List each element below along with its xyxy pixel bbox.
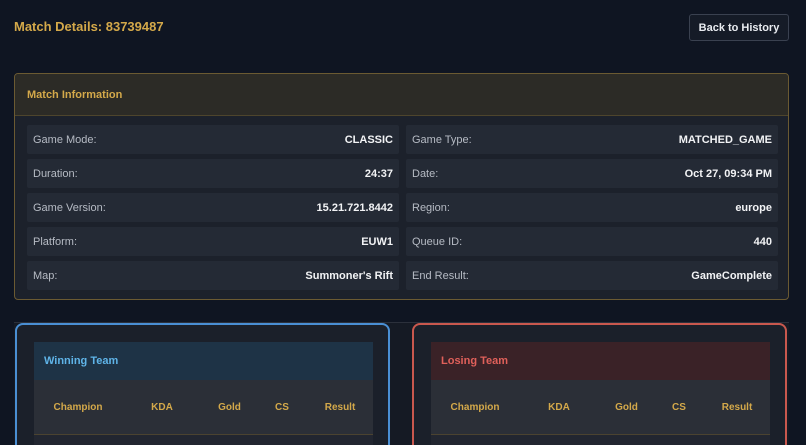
info-label: Queue ID: [412, 235, 463, 248]
match-information-grid: Game Mode: CLASSIC Game Type: MATCHED_GA… [27, 125, 778, 290]
info-label: Game Type: [412, 133, 472, 146]
column-header-champion[interactable]: Champion [34, 402, 122, 413]
match-information-title: Match Information [27, 88, 123, 101]
info-label: Game Mode: [33, 133, 97, 146]
match-information-panel: Match Information Game Mode: CLASSIC Gam… [14, 73, 789, 300]
info-label: End Result: [412, 269, 469, 282]
info-value: 24:37 [364, 167, 393, 180]
info-value: MATCHED_GAME [678, 133, 772, 146]
column-header-result[interactable]: Result [307, 402, 373, 413]
info-label: Platform: [33, 235, 78, 248]
column-header-gold[interactable]: Gold [202, 402, 257, 413]
match-details-page: Match Details: 83739487 Back to History … [0, 0, 806, 445]
info-label: Region: [412, 201, 450, 214]
losing-team-card: Losing Team Champion KDA Gold CS Result [412, 323, 787, 445]
info-label: Date: [412, 167, 439, 180]
winning-team-table-body [34, 435, 373, 445]
info-row-game-version: Game Version: 15.21.721.8442 [27, 193, 399, 222]
info-value: CLASSIC [344, 133, 393, 146]
info-value: 15.21.721.8442 [316, 201, 393, 214]
match-information-header: Match Information [15, 74, 788, 116]
column-header-champion[interactable]: Champion [431, 402, 519, 413]
info-value: Oct 27, 09:34 PM [684, 167, 772, 180]
info-row-duration: Duration: 24:37 [27, 159, 399, 188]
info-row-platform: Platform: EUW1 [27, 227, 399, 256]
info-row-game-mode: Game Mode: CLASSIC [27, 125, 399, 154]
info-value: europe [735, 201, 772, 214]
info-value: 440 [753, 235, 772, 248]
info-value: GameComplete [691, 269, 772, 282]
winning-team-table-header: Champion KDA Gold CS Result [34, 380, 373, 435]
column-header-gold[interactable]: Gold [599, 402, 654, 413]
losing-team-table-header: Champion KDA Gold CS Result [431, 380, 770, 435]
info-row-game-type: Game Type: MATCHED_GAME [406, 125, 778, 154]
info-label: Duration: [33, 167, 78, 180]
info-value: Summoner's Rift [305, 269, 393, 282]
column-header-cs[interactable]: CS [257, 402, 307, 413]
column-header-kda[interactable]: KDA [122, 402, 202, 413]
info-value: EUW1 [361, 235, 393, 248]
info-label: Map: [33, 269, 58, 282]
info-row-queue-id: Queue ID: 440 [406, 227, 778, 256]
info-row-region: Region: europe [406, 193, 778, 222]
info-row-date: Date: Oct 27, 09:34 PM [406, 159, 778, 188]
column-header-kda[interactable]: KDA [519, 402, 599, 413]
info-row-end-result: End Result: GameComplete [406, 261, 778, 290]
winning-team-card: Winning Team Champion KDA Gold CS Result [15, 323, 390, 445]
page-title: Match Details: 83739487 [14, 19, 164, 34]
winning-team-title: Winning Team [34, 342, 373, 380]
info-row-map: Map: Summoner's Rift [27, 261, 399, 290]
losing-team-table-body [431, 435, 770, 445]
info-label: Game Version: [33, 201, 106, 214]
column-header-result[interactable]: Result [704, 402, 770, 413]
losing-team-title: Losing Team [431, 342, 770, 380]
back-to-history-button[interactable]: Back to History [689, 14, 789, 41]
column-header-cs[interactable]: CS [654, 402, 704, 413]
